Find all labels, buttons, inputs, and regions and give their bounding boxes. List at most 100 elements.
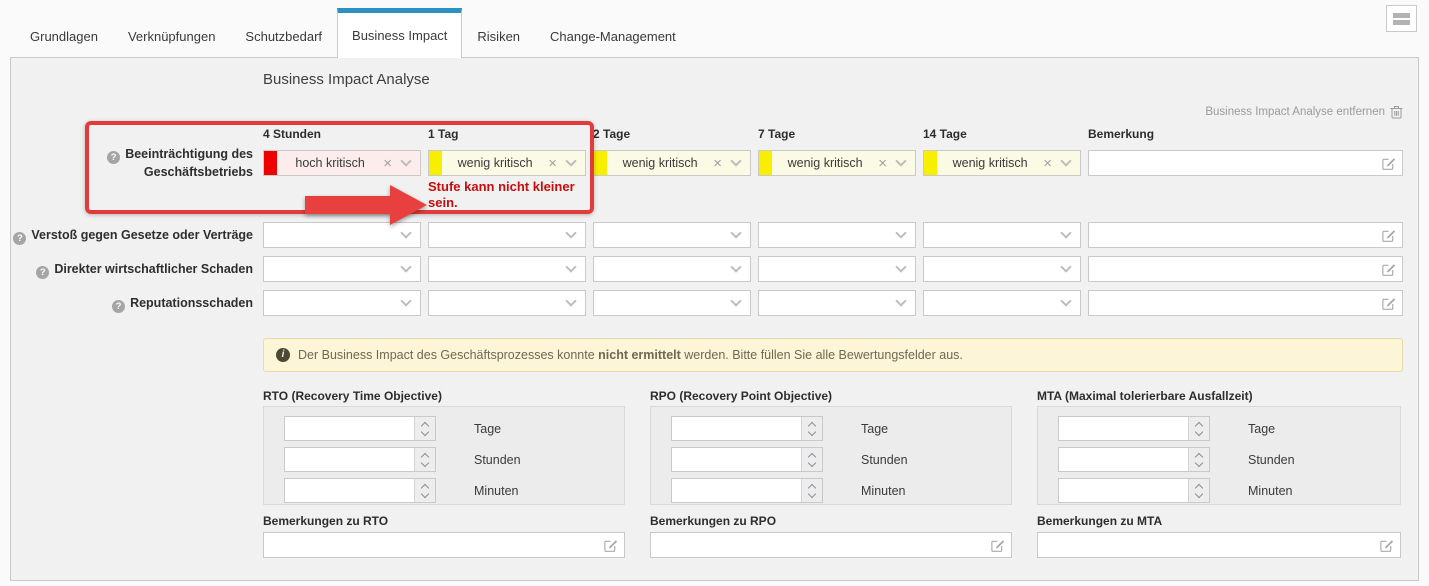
spinner-buttons[interactable] [801, 479, 822, 502]
spinner-buttons[interactable] [801, 448, 822, 471]
severity-select-7-tage[interactable] [758, 256, 916, 282]
chevron-down-icon [1060, 155, 1071, 166]
chevron-down-icon [895, 261, 906, 272]
column-header-1-tag: 1 Tag [428, 127, 458, 141]
severity-select-1-tag[interactable] [428, 256, 586, 282]
rpo-stunden-input[interactable] [672, 448, 801, 471]
tab-grundlagen[interactable]: Grundlagen [15, 14, 113, 57]
edit-icon[interactable] [603, 538, 618, 556]
notice-banner: i Der Business Impact des Geschäftsproze… [263, 338, 1403, 372]
page-title: Business Impact Analyse [263, 71, 430, 88]
validation-error-text: Stufe kann nicht kleiner sein. [428, 179, 586, 211]
rpo-tage-input[interactable] [672, 417, 801, 440]
clear-icon[interactable]: × [383, 156, 392, 171]
severity-select-14-tage[interactable] [923, 256, 1081, 282]
chevron-down-icon [730, 155, 741, 166]
chevron-down-icon [400, 261, 411, 272]
column-header-7-tage: 7 Tage [758, 127, 795, 141]
rpo-remark-input[interactable] [651, 533, 1011, 557]
severity-select-14-tage[interactable] [923, 222, 1081, 248]
mta-remark-field [1037, 532, 1401, 558]
severity-select-14-tage[interactable]: wenig kritisch × [923, 150, 1081, 176]
spinner-buttons[interactable] [1188, 479, 1209, 502]
edit-icon[interactable] [1379, 538, 1394, 556]
severity-color-swatch [429, 151, 442, 175]
rpo-remark-label: Bemerkungen zu RPO [650, 514, 776, 528]
severity-select-2-tage[interactable]: wenig kritisch × [593, 150, 751, 176]
severity-select-1-tag[interactable] [428, 290, 586, 316]
rto-remark-input[interactable] [264, 533, 624, 557]
tab-business-impact[interactable]: Business Impact [337, 8, 462, 58]
severity-select-1-tag[interactable]: wenig kritisch × [428, 150, 586, 176]
rto-remark-field [263, 532, 625, 558]
severity-select-4-stunden[interactable] [263, 222, 421, 248]
rpo-stunden-spinner [671, 447, 823, 472]
severity-select-2-tage[interactable] [593, 256, 751, 282]
severity-select-4-stunden[interactable]: hoch kritisch × [263, 150, 421, 176]
severity-select-14-tage[interactable] [923, 290, 1081, 316]
edit-icon[interactable] [1381, 228, 1396, 246]
tab-verknuepfungen[interactable]: Verknüpfungen [113, 14, 230, 57]
mta-remark-input[interactable] [1038, 533, 1400, 557]
mta-section-title: MTA (Maximal tolerierbare Ausfallzeit) [1037, 389, 1253, 403]
clear-icon[interactable]: × [1043, 156, 1052, 171]
minuten-label: Minuten [1248, 484, 1292, 498]
tab-schutzbedarf[interactable]: Schutzbedarf [230, 14, 337, 57]
rto-tage-input[interactable] [285, 417, 414, 440]
severity-color-swatch [759, 151, 772, 175]
edit-icon[interactable] [1381, 296, 1396, 314]
tab-change-management[interactable]: Change-Management [535, 14, 691, 57]
help-icon[interactable]: ? [107, 151, 120, 164]
severity-select-1-tag[interactable] [428, 222, 586, 248]
bemerkung-input[interactable] [1089, 257, 1402, 281]
chevron-down-icon [1195, 458, 1203, 466]
tab-risiken[interactable]: Risiken [462, 14, 535, 57]
rto-minuten-input[interactable] [285, 479, 414, 502]
spinner-buttons[interactable] [414, 479, 435, 502]
severity-select-4-stunden[interactable] [263, 290, 421, 316]
severity-select-4-stunden[interactable] [263, 256, 421, 282]
chevron-down-icon [1060, 295, 1071, 306]
edit-icon[interactable] [1381, 262, 1396, 280]
spinner-buttons[interactable] [801, 417, 822, 440]
edit-icon[interactable] [1381, 156, 1396, 174]
severity-select-7-tage[interactable]: wenig kritisch × [758, 150, 916, 176]
severity-select-7-tage[interactable] [758, 290, 916, 316]
list-icon [1393, 20, 1410, 25]
clear-icon[interactable]: × [548, 156, 557, 171]
mta-minuten-input[interactable] [1059, 479, 1188, 502]
spinner-buttons[interactable] [414, 448, 435, 471]
bemerkung-input[interactable] [1089, 151, 1402, 175]
help-icon[interactable]: ? [13, 232, 26, 245]
severity-select-2-tage[interactable] [593, 222, 751, 248]
chevron-down-icon [421, 427, 429, 435]
help-icon[interactable]: ? [36, 266, 49, 279]
severity-select-7-tage[interactable] [758, 222, 916, 248]
chevron-down-icon [565, 295, 576, 306]
remove-bia-button[interactable]: Business Impact Analyse entfernen [1205, 105, 1403, 119]
rpo-minuten-input[interactable] [672, 479, 801, 502]
chevron-down-icon [808, 427, 816, 435]
clear-icon[interactable]: × [713, 156, 722, 171]
clear-icon[interactable]: × [878, 156, 887, 171]
edit-icon[interactable] [990, 538, 1005, 556]
rpo-section-title: RPO (Recovery Point Objective) [650, 389, 832, 403]
bemerkung-input[interactable] [1089, 223, 1402, 247]
rto-section-title: RTO (Recovery Time Objective) [263, 389, 442, 403]
mta-tage-input[interactable] [1059, 417, 1188, 440]
spinner-buttons[interactable] [1188, 417, 1209, 440]
tage-label: Tage [474, 422, 501, 436]
rto-stunden-spinner [284, 447, 436, 472]
bemerkung-input[interactable] [1089, 291, 1402, 315]
info-icon: i [276, 348, 290, 362]
spinner-buttons[interactable] [414, 417, 435, 440]
rto-stunden-input[interactable] [285, 448, 414, 471]
mta-stunden-input[interactable] [1059, 448, 1188, 471]
layout-toggle-button[interactable] [1386, 5, 1417, 32]
spinner-buttons[interactable] [1188, 448, 1209, 471]
rpo-remark-field [650, 532, 1012, 558]
chevron-down-icon [421, 458, 429, 466]
help-icon[interactable]: ? [112, 300, 125, 313]
severity-select-2-tage[interactable] [593, 290, 751, 316]
chevron-down-icon [1195, 489, 1203, 497]
